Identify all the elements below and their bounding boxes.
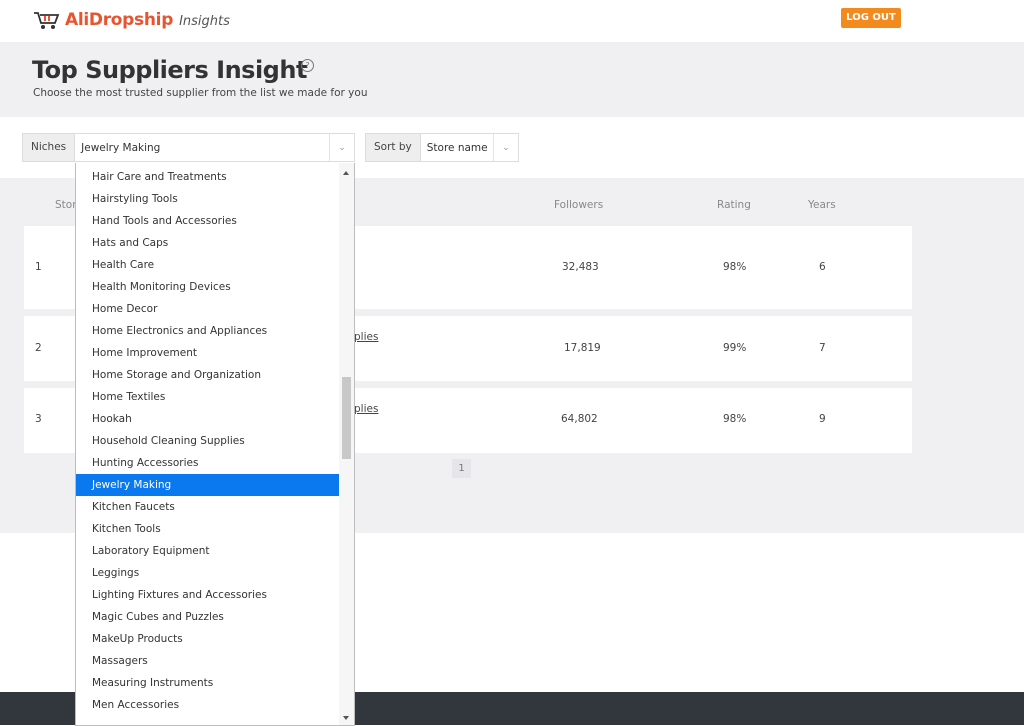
store-link[interactable]: plies [354, 403, 378, 415]
dropdown-option[interactable]: Home Storage and Organization [76, 364, 340, 386]
row-rank: 2 [35, 342, 42, 354]
brand-subtitle: Insights [179, 14, 230, 29]
page-subtitle: Choose the most trusted supplier from th… [33, 87, 368, 99]
niches-dropdown-list[interactable]: Hair Care and Treatments Hairstyling Tool… [75, 163, 355, 726]
niches-value[interactable]: Jewelry Making [75, 142, 329, 154]
niches-label: Niches [23, 134, 76, 161]
dropdown-option[interactable]: Home Textiles [76, 386, 340, 408]
page-header: Top Suppliers Insight ? Choose the most … [0, 42, 1024, 117]
column-store: Stor [55, 199, 77, 211]
dropdown-option[interactable]: Kitchen Faucets [76, 496, 340, 518]
row-years: 7 [819, 342, 826, 354]
row-followers: 64,802 [561, 413, 598, 425]
dropdown-option[interactable]: Hand Tools and Accessories [76, 210, 340, 232]
dropdown-option[interactable]: Hunting Accessories [76, 452, 340, 474]
brand-name: AliDropship [65, 10, 174, 30]
sort-label: Sort by [366, 134, 421, 161]
row-rank: 3 [35, 413, 42, 425]
column-followers: Followers [554, 199, 604, 211]
question-circle-icon[interactable]: ? [301, 59, 314, 72]
scroll-down-icon[interactable] [343, 716, 349, 720]
dropdown-option[interactable]: Men Accessories [76, 694, 340, 716]
logo[interactable]: AliDropship Insights [33, 7, 230, 33]
row-followers: 32,483 [562, 261, 599, 273]
chevron-down-icon[interactable]: ⌄ [493, 134, 518, 161]
row-rating: 98% [723, 261, 747, 273]
dropdown-option[interactable]: Jewelry Making [76, 474, 340, 496]
row-followers: 17,819 [564, 342, 601, 354]
dropdown-option[interactable]: Hairstyling Tools [76, 188, 340, 210]
dropdown-option[interactable]: Kitchen Tools [76, 518, 340, 540]
page-title: Top Suppliers Insight [32, 56, 307, 84]
dropdown-scrollbar[interactable] [339, 163, 354, 725]
dropdown-option[interactable]: Health Monitoring Devices [76, 276, 340, 298]
pagination-page-1[interactable]: 1 [452, 459, 471, 478]
top-bar: AliDropship Insights LOG OUT [0, 0, 1024, 42]
logout-button[interactable]: LOG OUT [841, 8, 901, 28]
sort-value[interactable]: Store name [421, 142, 493, 154]
scroll-up-icon[interactable] [343, 171, 349, 175]
dropdown-option[interactable]: Laboratory Equipment [76, 540, 340, 562]
dropdown-option[interactable]: Hair Care and Treatments [76, 166, 340, 188]
dropdown-option[interactable]: Hats and Caps [76, 232, 340, 254]
niches-select[interactable]: Niches Jewelry Making ⌄ [22, 133, 355, 162]
scrollbar-thumb[interactable] [342, 377, 351, 459]
row-years: 9 [819, 413, 826, 425]
row-years: 6 [819, 261, 826, 273]
dropdown-option[interactable]: Home Improvement [76, 342, 340, 364]
dropdown-option[interactable]: Lighting Fixtures and Accessories [76, 584, 340, 606]
dropdown-option[interactable]: MakeUp Products [76, 628, 340, 650]
cart-icon [34, 12, 60, 29]
dropdown-option[interactable]: Magic Cubes and Puzzles [76, 606, 340, 628]
row-rating: 99% [723, 342, 747, 354]
store-link[interactable]: plies [354, 331, 378, 343]
row-rating: 98% [723, 413, 747, 425]
column-rating: Rating [717, 199, 751, 211]
dropdown-option[interactable]: Home Electronics and Appliances [76, 320, 340, 342]
dropdown-option[interactable]: Health Care [76, 254, 340, 276]
dropdown-option[interactable]: Leggings [76, 562, 340, 584]
row-rank: 1 [35, 261, 42, 273]
dropdown-option[interactable]: Hookah [76, 408, 340, 430]
dropdown-option[interactable]: Household Cleaning Supplies [76, 430, 340, 452]
dropdown-option[interactable]: Measuring Instruments [76, 672, 340, 694]
dropdown-option[interactable]: Massagers [76, 650, 340, 672]
dropdown-option[interactable]: Home Decor [76, 298, 340, 320]
sort-select[interactable]: Sort by Store name ⌄ [365, 133, 519, 162]
chevron-down-icon[interactable]: ⌄ [329, 134, 354, 161]
column-years: Years [808, 199, 836, 211]
